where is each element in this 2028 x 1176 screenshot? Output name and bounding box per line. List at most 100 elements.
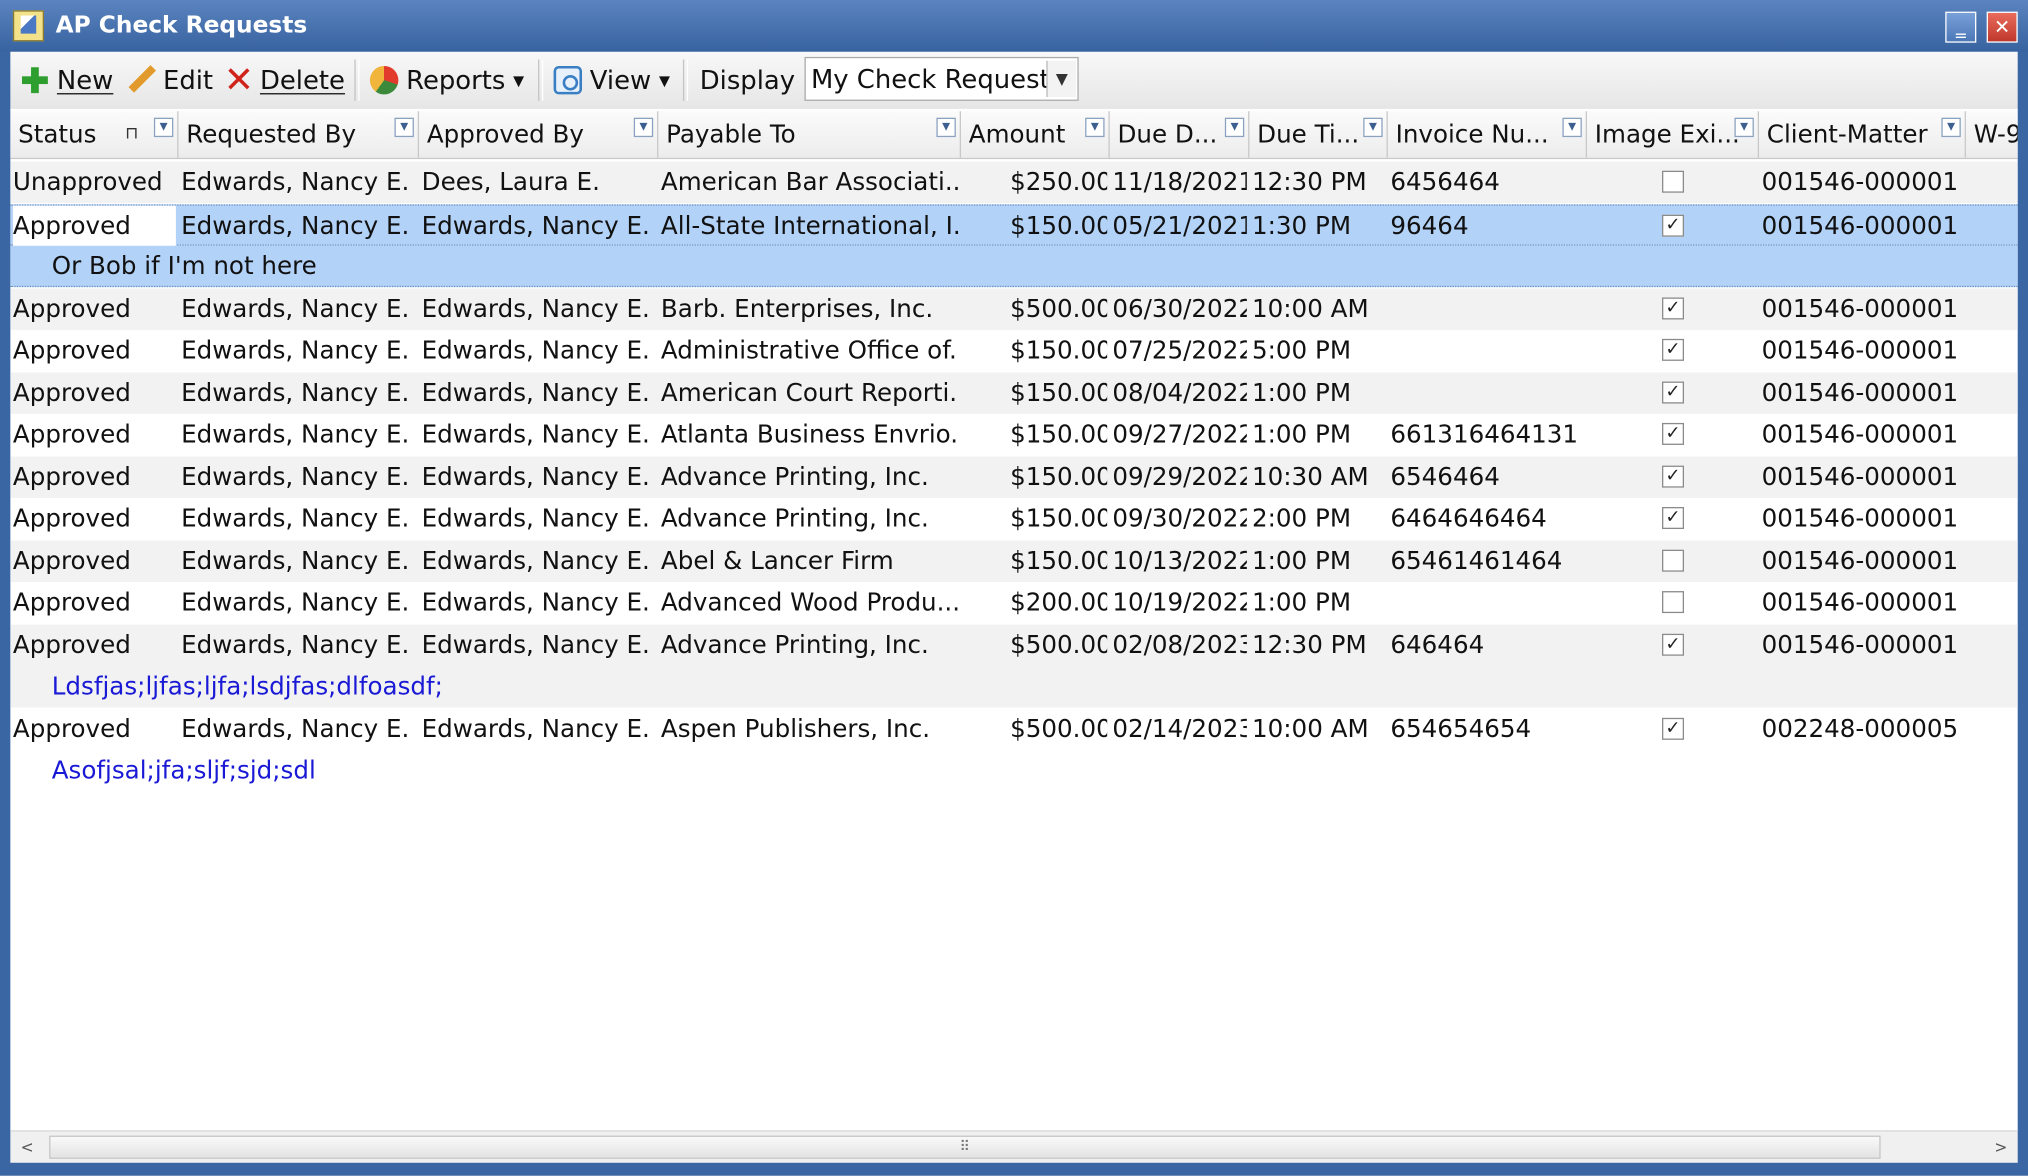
close-button[interactable]: ✕ [1986, 11, 2018, 43]
column-header[interactable]: Due Ti... ▼ [1249, 111, 1388, 158]
cell-invoice [1390, 288, 1584, 329]
filter-icon[interactable]: ▼ [153, 117, 174, 138]
new-label: New [56, 64, 114, 96]
x-icon: ✕ [223, 58, 255, 101]
filter-icon[interactable]: ▼ [1734, 117, 1754, 138]
table-row[interactable]: Approved Edwards, Nancy E. Edwards, Nancy … [10, 330, 2017, 371]
cell-due-time: 12:30 PM [1252, 630, 1367, 659]
image-exists-checkbox[interactable] [1662, 549, 1685, 572]
filter-icon[interactable]: ▼ [394, 117, 414, 138]
minimize-button[interactable]: ‗ [1945, 11, 1977, 43]
column-header-label: W-9 [1973, 120, 2018, 149]
chevron-down-icon[interactable]: ▼ [1046, 60, 1077, 98]
image-exists-checkbox[interactable]: ✓ [1662, 214, 1685, 237]
table-row[interactable]: Approved Edwards, Nancy E. Edwards, Nancy … [10, 498, 2017, 539]
cell-invoice: 6464646464 [1390, 504, 1547, 533]
filter-icon[interactable]: ▼ [1085, 117, 1105, 138]
filter-icon[interactable]: ▼ [1224, 117, 1245, 138]
cell-due-time: 10:00 AM [1252, 714, 1369, 744]
table-row[interactable]: Approved Edwards, Nancy E. Edwards, Nancy … [10, 414, 2017, 455]
cell-requested-by: Edwards, Nancy E. [181, 294, 410, 323]
horizontal-scrollbar[interactable]: < ⠿ > [10, 1130, 2018, 1163]
edit-label: Edit [162, 64, 214, 96]
cell-due-date: 07/25/2022 [1112, 336, 1247, 365]
image-exists-checkbox[interactable]: ✓ [1662, 507, 1685, 530]
cell-invoice: 65461461464 [1390, 546, 1563, 575]
cell-status: Approved [12, 546, 131, 575]
column-header[interactable]: Client-Matter ▼ [1759, 111, 1966, 158]
column-header[interactable]: Status ▼ ⊓ [10, 111, 179, 158]
cell-due-date: 09/30/2022 [1112, 504, 1247, 533]
reports-button[interactable]: Reports ▼ [369, 62, 524, 98]
cell-requested-by: Edwards, Nancy E. [181, 504, 410, 533]
cell-due-date: 05/21/2021 [1112, 211, 1247, 240]
edit-button[interactable]: Edit [127, 62, 213, 98]
image-exists-checkbox[interactable]: ✓ [1662, 464, 1685, 487]
dropdown-caret-icon: ▼ [658, 71, 670, 89]
table-row[interactable]: Unapproved Edwards, Nancy E. Dees, Laura E… [10, 161, 2018, 204]
column-header[interactable]: Due D... ▼ [1110, 111, 1250, 158]
column-header[interactable]: W-9 [1966, 111, 2018, 158]
table-row[interactable]: Approved Edwards, Nancy E. Edwards, Nancy … [10, 287, 2018, 330]
filter-icon[interactable]: ▼ [1562, 117, 1582, 138]
column-header[interactable]: Invoice Nu... ▼ [1388, 111, 1588, 158]
cell-approved-by: Edwards, Nancy E. [421, 378, 650, 407]
cell-payable-to: Atlanta Business Envrio... [660, 420, 959, 449]
filter-icon[interactable]: ▼ [633, 117, 654, 138]
image-exists-checkbox[interactable]: ✓ [1662, 380, 1685, 403]
image-exists-checkbox[interactable]: ✓ [1662, 296, 1685, 319]
cell-amount: $150.00 [1010, 378, 1108, 407]
view-button[interactable]: View ▼ [553, 62, 670, 98]
cell-due-date: 02/14/2023 [1112, 714, 1247, 744]
display-label: Display [699, 64, 796, 96]
table-row[interactable]: Approved Edwards, Nancy E. Edwards, Nancy … [10, 455, 2018, 498]
column-header[interactable]: Approved By ▼ [419, 111, 659, 158]
delete-button[interactable]: ✕ Delete [223, 58, 345, 101]
table-row[interactable]: Approved Edwards, Nancy E. Edwards, Nancy … [10, 708, 2017, 749]
cell-payable-to: Barb. Enterprises, Inc. [660, 294, 934, 323]
column-header[interactable]: Amount ▼ [961, 111, 1110, 158]
column-header[interactable]: Payable To ▼ [658, 111, 961, 158]
table-row[interactable]: Approved Edwards, Nancy E. Edwards, Nancy … [10, 539, 2018, 582]
cell-amount: $500.00 [1010, 294, 1108, 323]
table-row[interactable]: Approved Edwards, Nancy E. Edwards, Nancy … [10, 371, 2018, 414]
display-select[interactable]: My Check Requests ▼ [804, 56, 1079, 101]
column-header[interactable]: Requested By ▼ [178, 111, 420, 158]
image-exists-checkbox[interactable]: ✓ [1662, 338, 1685, 361]
cell-approved-by: Edwards, Nancy E. [421, 504, 650, 533]
column-header[interactable]: Image Exi... ▼ [1587, 111, 1760, 158]
cell-client-matter: 001546-000001 [1761, 420, 1959, 449]
table-row[interactable]: Approved Edwards, Nancy E. Edwards, Nancy … [10, 203, 2018, 247]
scroll-thumb[interactable]: ⠿ [49, 1135, 1881, 1159]
scroll-right-button[interactable]: > [1987, 1134, 2015, 1160]
image-exists-checkbox[interactable]: ✓ [1662, 633, 1685, 656]
image-exists-checkbox[interactable]: ✓ [1662, 422, 1685, 445]
filter-icon[interactable]: ▼ [936, 117, 956, 138]
title-bar[interactable]: AP Check Requests ‗ ✕ [0, 0, 2028, 52]
reports-label: Reports [406, 64, 506, 96]
image-exists-checkbox[interactable] [1662, 591, 1685, 614]
cell-approved-by: Edwards, Nancy E. [421, 211, 650, 240]
scroll-left-button[interactable]: < [13, 1134, 41, 1160]
table-row[interactable]: Approved Edwards, Nancy E. Edwards, Nancy … [10, 582, 2017, 623]
filter-icon[interactable]: ▼ [1363, 117, 1383, 138]
pin-icon[interactable]: ⊓ [125, 111, 138, 158]
cell-client-matter: 001546-000001 [1761, 504, 1959, 533]
cell-payable-to: Abel & Lancer Firm [660, 546, 894, 575]
image-exists-checkbox[interactable]: ✓ [1662, 717, 1685, 740]
cell-requested-by: Edwards, Nancy E. [181, 378, 410, 407]
cell-approved-by: Dees, Laura E. [421, 168, 600, 197]
column-header-label: Status [18, 120, 97, 149]
plus-icon [21, 66, 49, 94]
display-value: My Check Requests [810, 63, 1064, 95]
new-button[interactable]: New [21, 62, 114, 98]
cell-status: Approved [12, 336, 131, 365]
filter-icon[interactable]: ▼ [1941, 117, 1961, 138]
cell-client-matter: 001546-000001 [1761, 588, 1959, 617]
cell-invoice: 654654654 [1390, 714, 1532, 744]
table-row[interactable]: Approved Edwards, Nancy E. Edwards, Nancy … [10, 624, 2018, 666]
cell-status: Approved [12, 714, 131, 744]
image-exists-checkbox[interactable] [1662, 170, 1685, 193]
cell-invoice: 6546464 [1390, 462, 1500, 491]
cell-payable-to: Aspen Publishers, Inc. [660, 714, 931, 744]
